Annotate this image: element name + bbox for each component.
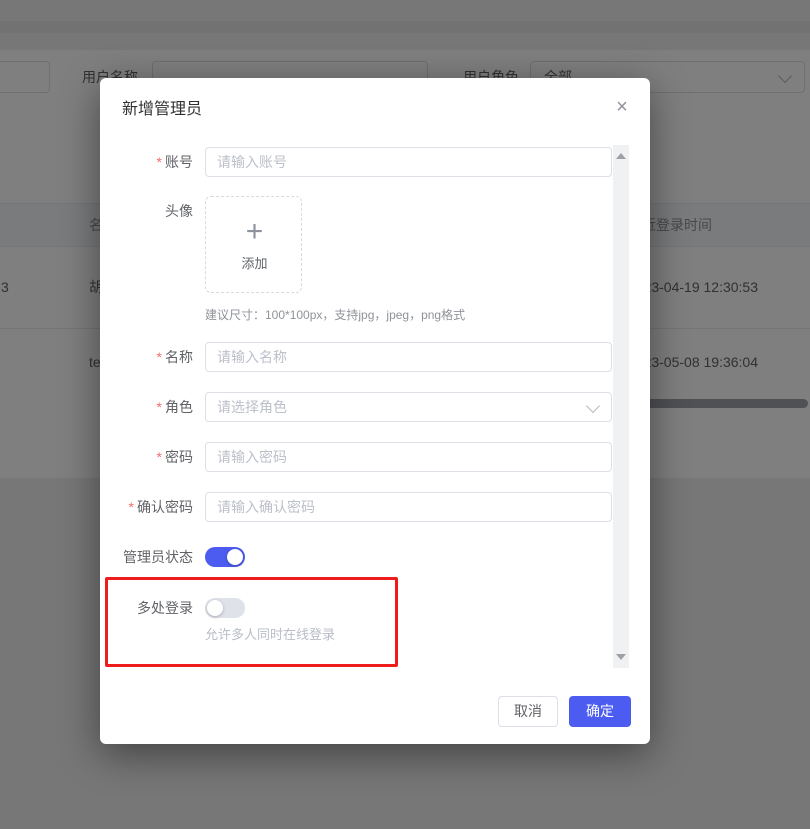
avatar-label: 头像 [100,196,193,226]
password-label: *密码 [100,442,193,472]
toggle-knob [207,600,223,616]
admin-status-toggle[interactable] [205,547,245,567]
avatar-hint: 建议尺寸：100*100px，支持jpg，jpeg，png格式 [205,306,465,323]
required-asterisk: * [157,349,162,365]
multi-login-toggle[interactable] [205,598,245,618]
dialog-scrollbar[interactable] [613,145,629,668]
chevron-down-icon [586,399,600,413]
close-icon[interactable]: × [610,95,634,119]
name-label: *名称 [100,342,193,372]
account-input[interactable] [205,147,612,177]
required-asterisk: * [157,154,162,170]
confirm-password-label: *确认密码 [100,492,193,522]
role-select[interactable]: 请选择角色 [205,392,612,422]
role-select-placeholder: 请选择角色 [217,393,287,421]
multi-login-hint: 允许多人同时在线登录 [205,624,335,643]
scroll-up-icon[interactable] [616,153,626,159]
confirm-button[interactable]: 确定 [569,696,631,727]
scroll-down-icon[interactable] [616,654,626,660]
role-label: *角色 [100,392,193,422]
confirm-password-input[interactable] [205,492,612,522]
cancel-button[interactable]: 取消 [498,696,558,727]
required-asterisk: * [157,399,162,415]
toggle-knob [227,549,243,565]
account-label: *账号 [100,147,193,177]
required-asterisk: * [129,499,134,515]
password-input[interactable] [205,442,612,472]
multi-login-label: 多处登录 [100,593,193,623]
add-admin-dialog: 新增管理员 × *账号 头像 + 添加 建议尺寸：100*100px，支持jpg… [100,78,650,744]
name-input[interactable] [205,342,612,372]
avatar-upload-box[interactable]: + 添加 [205,196,302,293]
dialog-title: 新增管理员 [122,98,202,122]
avatar-add-label: 添加 [206,253,303,272]
required-asterisk: * [157,449,162,465]
admin-status-label: 管理员状态 [100,542,193,572]
plus-icon: + [206,217,303,247]
